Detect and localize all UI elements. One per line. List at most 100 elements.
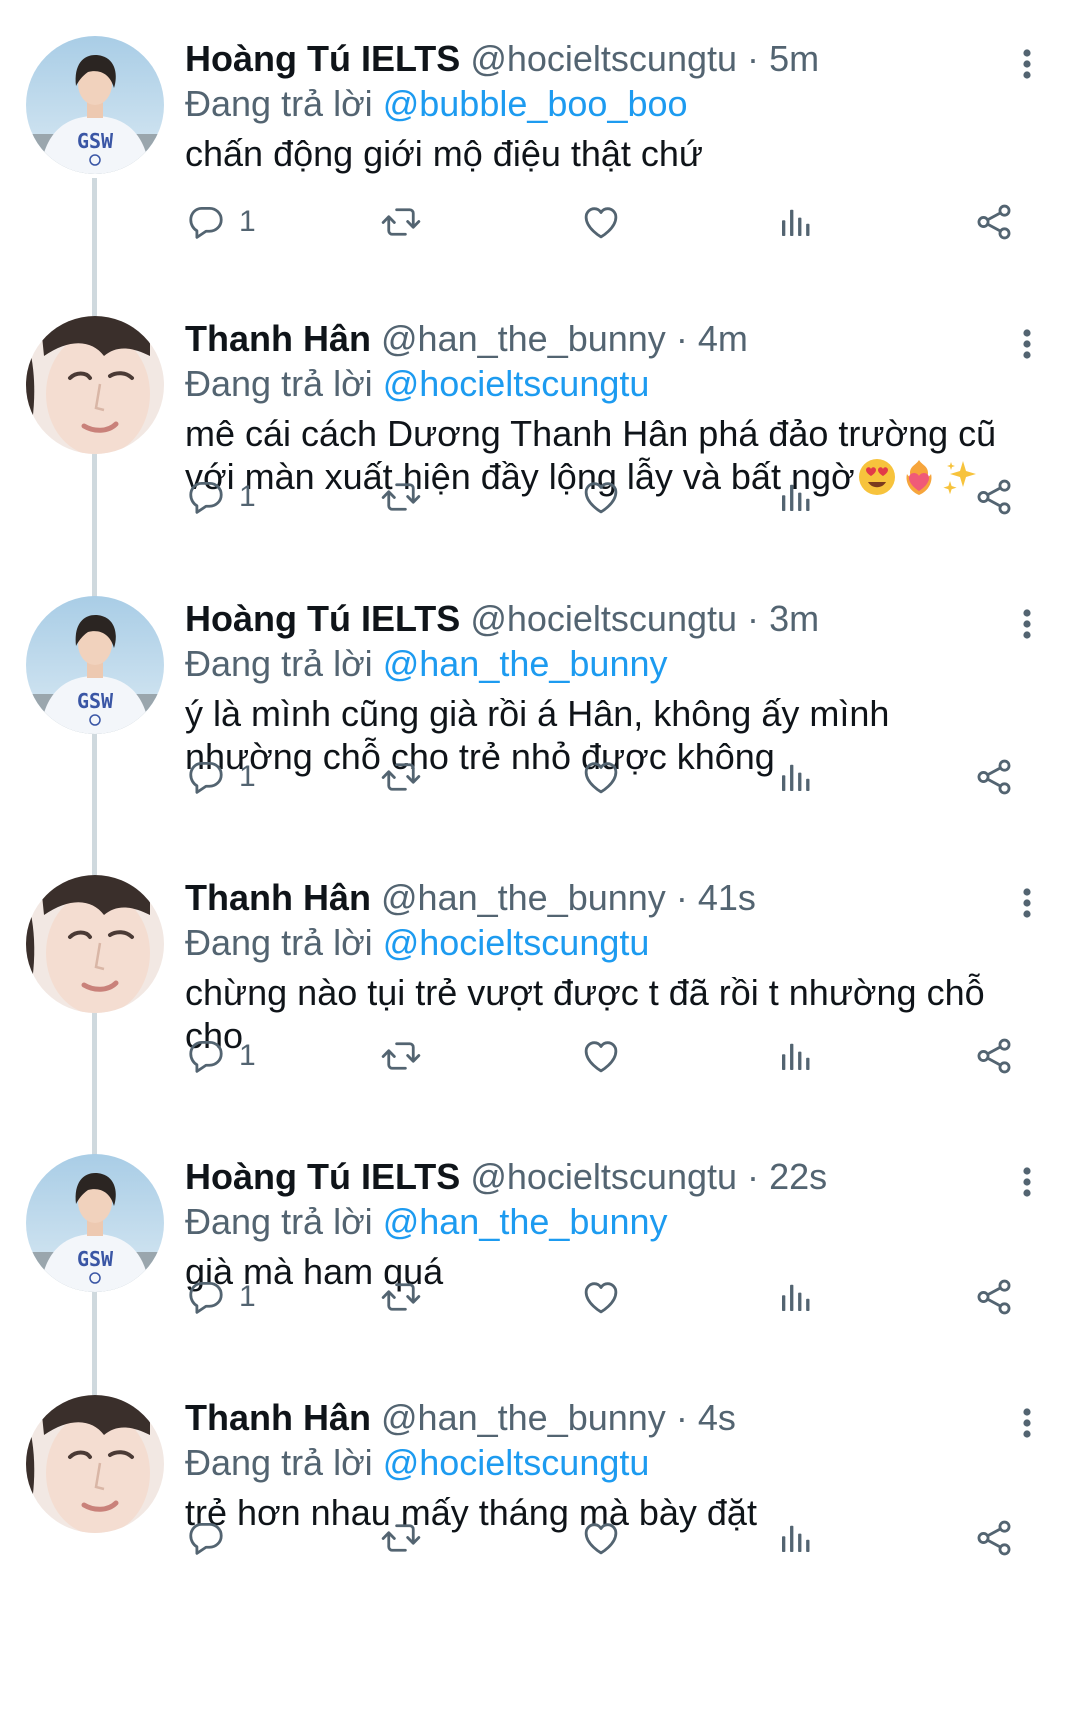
thanh-han-avatar[interactable] bbox=[26, 1395, 164, 1533]
more-icon bbox=[1022, 888, 1032, 918]
share-button[interactable] bbox=[973, 472, 1015, 522]
more-icon bbox=[1022, 1408, 1032, 1438]
tweet-actions bbox=[185, 1513, 1035, 1563]
retweet-button[interactable] bbox=[380, 197, 422, 247]
thanh-han-avatar[interactable] bbox=[26, 875, 164, 1013]
more-options-button[interactable] bbox=[1012, 1403, 1042, 1443]
mention-link[interactable]: @bubble_boo_boo bbox=[383, 83, 688, 124]
share-button[interactable] bbox=[973, 197, 1015, 247]
more-options-button[interactable] bbox=[1012, 44, 1042, 84]
thanh-han-avatar[interactable] bbox=[26, 316, 164, 454]
display-name[interactable]: Hoàng Tú IELTS bbox=[185, 1156, 460, 1197]
display-name[interactable]: Thanh Hân bbox=[185, 1397, 371, 1438]
like-button[interactable] bbox=[580, 752, 622, 802]
like-button[interactable] bbox=[580, 1031, 622, 1081]
retweet-icon bbox=[380, 1035, 422, 1077]
mention-link[interactable]: @hocieltscungtu bbox=[383, 922, 650, 963]
reply-button[interactable]: 1 bbox=[185, 752, 256, 802]
more-options-button[interactable] bbox=[1012, 883, 1042, 923]
reply-button[interactable] bbox=[185, 1513, 239, 1563]
like-button[interactable] bbox=[580, 1513, 622, 1563]
user-handle[interactable]: @hocieltscungtu bbox=[470, 598, 737, 639]
replying-to-label: Đang trả lời bbox=[185, 1442, 373, 1483]
reply-button[interactable]: 1 bbox=[185, 197, 256, 247]
views-icon bbox=[775, 201, 817, 243]
retweet-icon bbox=[380, 1517, 422, 1559]
reply-count: 1 bbox=[239, 1280, 256, 1313]
user-handle[interactable]: @han_the_bunny bbox=[381, 318, 666, 359]
hoang-tu-avatar[interactable]: GSW bbox=[26, 36, 164, 174]
share-icon bbox=[973, 201, 1015, 243]
separator-dot: · bbox=[675, 318, 688, 359]
timestamp[interactable]: 41s bbox=[698, 877, 756, 918]
display-name[interactable]: Thanh Hân bbox=[185, 877, 371, 918]
tweet-actions: 1 bbox=[185, 197, 1035, 247]
reply-button[interactable]: 1 bbox=[185, 1031, 256, 1081]
separator-dot: · bbox=[747, 38, 760, 79]
display-name[interactable]: Thanh Hân bbox=[185, 318, 371, 359]
retweet-icon bbox=[380, 756, 422, 798]
timestamp[interactable]: 4s bbox=[698, 1397, 736, 1438]
like-button[interactable] bbox=[580, 197, 622, 247]
views-button[interactable] bbox=[775, 1513, 817, 1563]
views-icon bbox=[775, 756, 817, 798]
display-name[interactable]: Hoàng Tú IELTS bbox=[185, 38, 460, 79]
tweet-body: Thanh Hân @han_the_bunny · 41s Đang trả l… bbox=[185, 875, 1025, 1057]
retweet-button[interactable] bbox=[380, 1272, 422, 1322]
views-icon bbox=[775, 1035, 817, 1077]
retweet-button[interactable] bbox=[380, 1031, 422, 1081]
reply-count: 1 bbox=[239, 205, 256, 238]
user-handle[interactable]: @hocieltscungtu bbox=[470, 1156, 737, 1197]
timestamp[interactable]: 4m bbox=[698, 318, 748, 359]
mention-link[interactable]: @han_the_bunny bbox=[383, 643, 668, 684]
views-button[interactable] bbox=[775, 472, 817, 522]
reply-icon bbox=[185, 476, 227, 518]
share-button[interactable] bbox=[973, 752, 1015, 802]
svg-text:GSW: GSW bbox=[77, 1247, 114, 1271]
hoang-tu-avatar[interactable]: GSW bbox=[26, 596, 164, 734]
mention-link[interactable]: @hocieltscungtu bbox=[383, 363, 650, 404]
views-button[interactable] bbox=[775, 1031, 817, 1081]
hoang-tu-avatar[interactable]: GSW bbox=[26, 1154, 164, 1292]
reply-button[interactable]: 1 bbox=[185, 472, 256, 522]
more-options-button[interactable] bbox=[1012, 604, 1042, 644]
share-button[interactable] bbox=[973, 1272, 1015, 1322]
user-handle[interactable]: @han_the_bunny bbox=[381, 877, 666, 918]
retweet-button[interactable] bbox=[380, 472, 422, 522]
display-name[interactable]: Hoàng Tú IELTS bbox=[185, 598, 460, 639]
separator-dot: · bbox=[747, 1156, 760, 1197]
timestamp[interactable]: 3m bbox=[769, 598, 819, 639]
share-button[interactable] bbox=[973, 1031, 1015, 1081]
heart-icon bbox=[580, 201, 622, 243]
views-button[interactable] bbox=[775, 752, 817, 802]
retweet-button[interactable] bbox=[380, 752, 422, 802]
replying-to: Đang trả lời @hocieltscungtu bbox=[185, 921, 1025, 965]
views-icon bbox=[775, 1276, 817, 1318]
tweet-body: Hoàng Tú IELTS @hocieltscungtu · 3m Đang … bbox=[185, 596, 1025, 778]
replying-to-label: Đang trả lời bbox=[185, 1201, 373, 1242]
more-options-button[interactable] bbox=[1012, 1162, 1042, 1202]
mention-link[interactable]: @hocieltscungtu bbox=[383, 1442, 650, 1483]
like-button[interactable] bbox=[580, 472, 622, 522]
views-button[interactable] bbox=[775, 197, 817, 247]
timestamp[interactable]: 5m bbox=[769, 38, 819, 79]
views-button[interactable] bbox=[775, 1272, 817, 1322]
user-handle[interactable]: @hocieltscungtu bbox=[470, 38, 737, 79]
retweet-button[interactable] bbox=[380, 1513, 422, 1563]
share-button[interactable] bbox=[973, 1513, 1015, 1563]
separator-dot: · bbox=[675, 877, 688, 918]
separator-dot: · bbox=[675, 1397, 688, 1438]
reply-button[interactable]: 1 bbox=[185, 1272, 256, 1322]
replying-to: Đang trả lời @han_the_bunny bbox=[185, 1200, 1025, 1244]
user-handle[interactable]: @han_the_bunny bbox=[381, 1397, 666, 1438]
like-button[interactable] bbox=[580, 1272, 622, 1322]
tweet-header: Hoàng Tú IELTS @hocieltscungtu · 5m bbox=[185, 36, 1025, 82]
timestamp[interactable]: 22s bbox=[769, 1156, 827, 1197]
mention-link[interactable]: @han_the_bunny bbox=[383, 1201, 668, 1242]
tweet-header: Hoàng Tú IELTS @hocieltscungtu · 3m bbox=[185, 596, 1025, 642]
tweet-body: Hoàng Tú IELTS @hocieltscungtu · 5m Đang … bbox=[185, 36, 1025, 175]
heart-icon bbox=[580, 1035, 622, 1077]
tweet-header: Thanh Hân @han_the_bunny · 4m bbox=[185, 316, 1025, 362]
more-icon bbox=[1022, 1167, 1032, 1197]
more-options-button[interactable] bbox=[1012, 324, 1042, 364]
